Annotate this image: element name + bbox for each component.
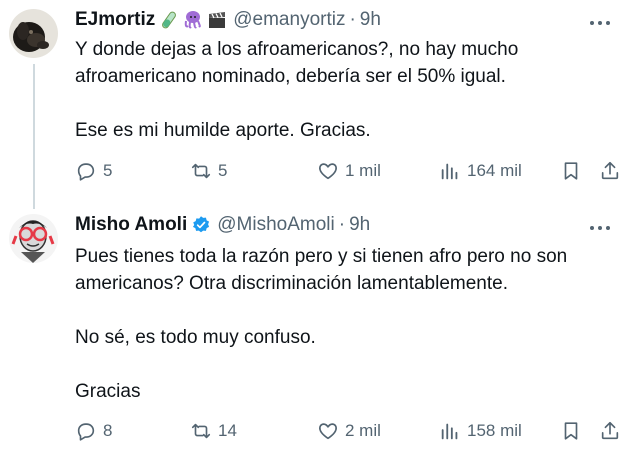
like-button[interactable]: 1 mil bbox=[317, 158, 381, 184]
retweet-button[interactable]: 5 bbox=[190, 158, 227, 184]
tweet-line bbox=[75, 351, 567, 378]
tweet-line: No sé, es todo muy confuso. bbox=[75, 327, 316, 348]
retweet-count: 14 bbox=[218, 421, 237, 440]
view-count: 158 mil bbox=[467, 421, 522, 440]
tweet-text: Pues tienes toda la razón pero y si tien… bbox=[75, 243, 567, 405]
bar-chart-icon bbox=[441, 163, 458, 180]
reply-button[interactable]: 5 bbox=[75, 158, 112, 184]
share-button[interactable] bbox=[599, 418, 621, 444]
tweet-line: afroamericano nominado, debería ser el 5… bbox=[75, 66, 506, 87]
action-bar: 5 5 1 mil 164 mil bbox=[75, 158, 620, 184]
timestamp[interactable]: 9h bbox=[360, 9, 381, 31]
timestamp[interactable]: 9h bbox=[349, 214, 370, 236]
test-tube-icon bbox=[159, 10, 179, 30]
avatar[interactable] bbox=[9, 214, 58, 263]
like-count: 2 mil bbox=[345, 421, 381, 440]
tweet-header: Misho Amoli @MishoAmoli · 9h bbox=[75, 213, 370, 237]
retweet-icon bbox=[191, 163, 211, 179]
tweet-header: EJmortiz @emanyortiz · 9h bbox=[75, 8, 381, 32]
like-count: 1 mil bbox=[345, 161, 381, 180]
views-button[interactable]: 158 mil bbox=[439, 418, 522, 444]
view-count: 164 mil bbox=[467, 161, 522, 180]
tweet-text: Y donde dejas a los afroamericanos?, no … bbox=[75, 36, 518, 144]
tweet-line: Pues tienes toda la razón pero y si tien… bbox=[75, 246, 568, 267]
reply-button[interactable]: 8 bbox=[75, 418, 112, 444]
tweet-line: americanos? Otra discriminación lamentab… bbox=[75, 273, 508, 294]
octopus-icon bbox=[183, 10, 203, 30]
more-options-icon[interactable] bbox=[589, 219, 611, 230]
bookmark-button[interactable] bbox=[560, 418, 582, 444]
tweet-line bbox=[75, 90, 518, 117]
display-name[interactable]: Misho Amoli bbox=[75, 214, 187, 236]
bookmark-icon bbox=[564, 422, 578, 440]
action-bar: 8 14 2 mil 158 mil bbox=[75, 418, 620, 444]
more-options-icon[interactable] bbox=[589, 14, 611, 25]
tweet-line bbox=[75, 297, 567, 324]
reply-icon bbox=[77, 163, 95, 181]
bookmark-icon bbox=[564, 162, 578, 180]
retweet-count: 5 bbox=[218, 161, 228, 180]
display-name[interactable]: EJmortiz bbox=[75, 9, 155, 31]
share-button[interactable] bbox=[599, 158, 621, 184]
bar-chart-icon bbox=[441, 423, 458, 440]
retweet-icon bbox=[191, 423, 211, 439]
separator-dot: · bbox=[338, 214, 346, 235]
reply-count: 8 bbox=[103, 421, 113, 440]
avatar[interactable] bbox=[9, 9, 58, 58]
heart-icon bbox=[319, 423, 337, 440]
tweet-line: Ese es mi humilde aporte. Gracias. bbox=[75, 120, 371, 141]
views-button[interactable]: 164 mil bbox=[439, 158, 522, 184]
handle[interactable]: @emanyortiz bbox=[233, 9, 345, 31]
handle[interactable]: @MishoAmoli bbox=[217, 214, 334, 236]
like-button[interactable]: 2 mil bbox=[317, 418, 381, 444]
tweet[interactable]: Misho Amoli @MishoAmoli · 9h Pues tienes… bbox=[0, 205, 627, 459]
clapper-board-icon bbox=[207, 10, 227, 30]
tweet[interactable]: EJmortiz @emanyortiz · 9h Y donde dejas … bbox=[0, 0, 627, 209]
share-icon bbox=[601, 421, 619, 440]
separator-dot: · bbox=[349, 9, 356, 30]
share-icon bbox=[601, 161, 619, 180]
reply-icon bbox=[77, 423, 95, 441]
retweet-button[interactable]: 14 bbox=[190, 418, 237, 444]
heart-icon bbox=[319, 163, 337, 180]
reply-count: 5 bbox=[103, 161, 113, 180]
verified-badge-icon bbox=[191, 215, 211, 235]
bookmark-button[interactable] bbox=[560, 158, 582, 184]
tweet-line: Gracias bbox=[75, 381, 141, 402]
thread-line bbox=[33, 64, 35, 209]
tweet-line: Y donde dejas a los afroamericanos?, no … bbox=[75, 39, 519, 60]
